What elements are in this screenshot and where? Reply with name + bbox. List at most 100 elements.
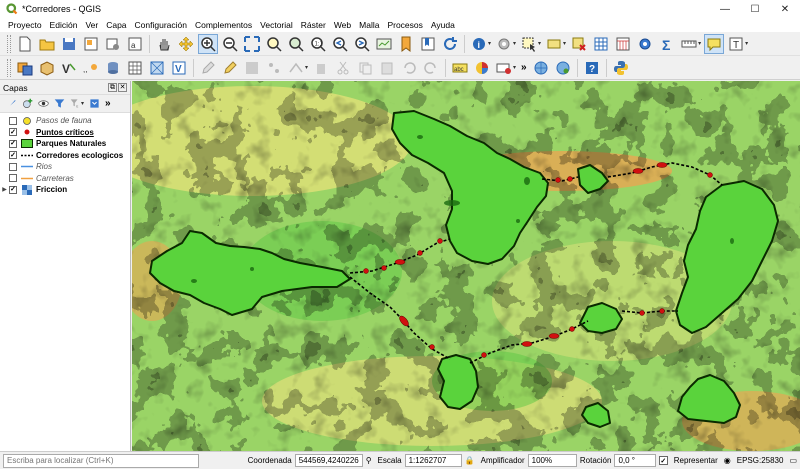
menu-edicion[interactable]: Edición [46, 20, 82, 30]
manage-map-themes-button[interactable] [36, 97, 50, 111]
menu-web[interactable]: Web [330, 20, 355, 30]
menu-capa[interactable]: Capa [102, 20, 130, 30]
delete-selected-button[interactable] [311, 58, 331, 78]
layer-row-rios[interactable]: Rios [0, 161, 130, 173]
select-dropdown-icon[interactable]: ▾ [538, 40, 541, 47]
layer-styling-button[interactable] [4, 97, 18, 111]
zoom-selection-button[interactable] [264, 34, 284, 54]
refresh-button[interactable] [440, 34, 460, 54]
select-value-dropdown-icon[interactable]: ▾ [563, 40, 566, 47]
map-canvas[interactable] [132, 81, 800, 451]
zoom-next-button[interactable] [352, 34, 372, 54]
coordinate-field[interactable]: 544569,4240226 [294, 454, 363, 467]
expand-arrow-icon[interactable]: ▶ [0, 186, 9, 193]
layer-labeling-button[interactable]: abc [450, 58, 470, 78]
layer-visibility-checkbox[interactable]: ✓ [9, 185, 17, 194]
layer-visibility-checkbox[interactable] [9, 162, 17, 171]
pan-map-button[interactable] [154, 34, 174, 54]
rotation-spinbox[interactable]: 0,0 ° [614, 454, 656, 467]
statistics-button[interactable]: Σ [657, 34, 677, 54]
crs-label[interactable]: EPSG:25830 [737, 456, 784, 465]
critical-point[interactable] [707, 172, 713, 178]
critical-point[interactable] [429, 344, 435, 350]
layer-visibility-checkbox[interactable] [9, 116, 17, 125]
add-delimited-text-button[interactable]: ,, [81, 58, 101, 78]
save-edits-button[interactable] [242, 58, 262, 78]
add-wms-button[interactable] [125, 58, 145, 78]
messages-icon[interactable]: ▭ [789, 456, 797, 465]
panel-float-button[interactable]: ⧉ [108, 83, 117, 92]
menu-raster[interactable]: Ráster [297, 20, 330, 30]
select-features-button[interactable] [519, 34, 539, 54]
vertex-dropdown-icon[interactable]: ▾ [305, 64, 308, 71]
close-button[interactable]: ✕ [770, 0, 800, 18]
map-tips-button[interactable] [704, 33, 725, 54]
paste-button[interactable] [377, 58, 397, 78]
layer-row-pasos-de-fauna[interactable]: Pasos de fauna [0, 115, 130, 127]
layer-visibility-checkbox[interactable] [9, 174, 17, 183]
critical-point[interactable] [548, 333, 560, 339]
toolbar-overflow-icon[interactable]: » [521, 62, 527, 73]
zoom-last-button[interactable] [330, 34, 350, 54]
coordinate-capture-button[interactable] [553, 58, 573, 78]
panel-close-button[interactable]: ✕ [118, 83, 127, 92]
toolbar-grip[interactable] [7, 34, 11, 53]
critical-point[interactable] [394, 259, 406, 265]
expand-all-button[interactable] [87, 97, 101, 111]
menu-malla[interactable]: Malla [355, 20, 383, 30]
add-vector-v-button[interactable]: V [59, 58, 79, 78]
minimize-button[interactable]: — [710, 0, 740, 18]
redo-button[interactable] [421, 58, 441, 78]
style-manager-button[interactable]: a [125, 34, 145, 54]
undo-button[interactable] [399, 58, 419, 78]
open-project-button[interactable] [37, 34, 57, 54]
text-annotation-button[interactable]: T [726, 34, 746, 54]
add-postgis-button[interactable] [103, 58, 123, 78]
annotation-dropdown-icon[interactable]: ▾ [745, 40, 748, 47]
panel-toolbar-overflow[interactable]: » [105, 98, 111, 109]
filter-legend-button[interactable] [52, 97, 66, 111]
scale-combobox[interactable]: 1:1262707 [404, 454, 462, 467]
show-bookmarks-button[interactable] [418, 34, 438, 54]
gps-tools-button[interactable] [531, 58, 551, 78]
zoom-native-button[interactable]: 1:1 [308, 34, 328, 54]
layer-row-friccion[interactable]: ▶ ✓ Friccion [0, 184, 130, 196]
processing-toolbox-button[interactable] [635, 34, 655, 54]
new-map-view-button[interactable] [374, 34, 394, 54]
critical-point[interactable] [567, 176, 573, 182]
field-calculator-button[interactable] [613, 34, 633, 54]
maximize-button[interactable]: ☐ [740, 0, 770, 18]
python-console-button[interactable] [611, 58, 631, 78]
add-virtual-layer-button[interactable]: V [169, 58, 189, 78]
menu-complementos[interactable]: Complementos [191, 20, 256, 30]
menu-ver[interactable]: Ver [81, 20, 102, 30]
current-edits-button[interactable] [198, 58, 218, 78]
copy-button[interactable] [355, 58, 375, 78]
layer-row-puntos-criticos[interactable]: ✓ Puntos críticos [0, 127, 130, 139]
locator-bar[interactable] [3, 453, 200, 468]
add-vector-layer-button[interactable] [37, 58, 57, 78]
critical-point[interactable] [639, 310, 645, 316]
critical-point[interactable] [417, 250, 423, 256]
menu-proyecto[interactable]: Proyecto [4, 20, 46, 30]
critical-point[interactable] [381, 265, 387, 271]
toolbar-grip-2[interactable] [7, 58, 11, 77]
critical-point[interactable] [632, 168, 644, 174]
cut-button[interactable] [333, 58, 353, 78]
layer-row-carreteras[interactable]: Carreteras [0, 173, 130, 185]
layer-visibility-checkbox[interactable]: ✓ [9, 128, 17, 137]
critical-point[interactable] [363, 268, 369, 274]
pan-to-selection-button[interactable] [176, 34, 196, 54]
critical-point[interactable] [659, 308, 665, 314]
help-button[interactable]: ? [582, 58, 602, 78]
critical-point[interactable] [569, 326, 575, 332]
layer-row-corredores-ecologicos[interactable]: ✓ Corredores ecologicos [0, 150, 130, 162]
menu-configuracion[interactable]: Configuración [131, 20, 191, 30]
labels-dropdown-icon[interactable]: ▾ [513, 64, 516, 71]
toggle-extents-icon[interactable]: ⚲ [366, 456, 372, 465]
crs-globe-icon[interactable]: ◉ [724, 456, 731, 465]
add-feature-button[interactable] [264, 58, 284, 78]
map-svg[interactable] [132, 81, 800, 451]
critical-point[interactable] [521, 341, 533, 347]
park-south-center[interactable] [437, 354, 479, 410]
